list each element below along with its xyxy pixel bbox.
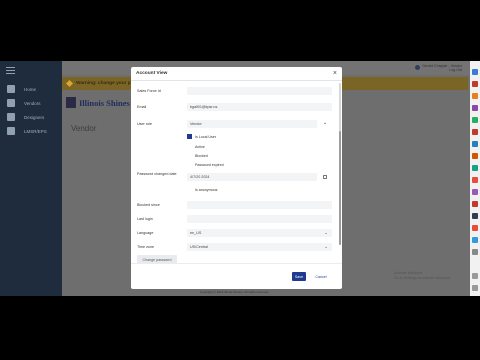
language-select[interactable]: en_US ⌄ [187, 229, 332, 237]
sidebar-item-lmsr[interactable]: LMSR/EPS [0, 125, 62, 137]
extension-icon[interactable] [472, 237, 478, 243]
sidebar-item-label: Designers [24, 114, 45, 120]
lmsr-icon [7, 127, 15, 135]
time-zone-select[interactable]: US/Central ⌄ [187, 243, 332, 251]
is-local-user-checkbox[interactable] [187, 134, 192, 139]
activation-notice: Activate Windows Go to Settings to activ… [394, 271, 454, 289]
extension-icon[interactable] [472, 225, 478, 231]
logo-icon [66, 97, 76, 108]
sales-force-id-label: Sales Force Id [137, 89, 161, 93]
time-zone-value: US/Central [190, 245, 209, 249]
brand-logo: Illinois Shines [66, 97, 130, 108]
extension-icon[interactable] [472, 93, 478, 99]
page-footer: Copyright © 2024 Illinois Shines. All ri… [200, 290, 269, 294]
calendar-icon[interactable] [323, 175, 327, 179]
blocked-checkbox[interactable] [187, 153, 192, 158]
sidebar-item-label: LMSR/EPS [24, 128, 47, 134]
extension-icon[interactable] [472, 177, 478, 183]
close-icon[interactable]: × [333, 70, 337, 77]
is-local-user-option[interactable]: Is Local User [187, 134, 216, 139]
extension-icon[interactable] [472, 189, 478, 195]
last-login-label: Last login [137, 217, 153, 221]
password-expired-checkbox[interactable] [187, 162, 192, 167]
sidebar-item-label: Vendors [24, 100, 41, 106]
active-checkbox[interactable] [187, 144, 192, 149]
password-expired-option[interactable]: Password expired [187, 162, 224, 167]
right-toolbar [470, 61, 480, 296]
activation-text: Go to Settings to activate Windows. [394, 276, 451, 280]
extension-icon[interactable] [472, 105, 478, 111]
blocked-since-label: Blocked since [137, 203, 160, 207]
is-anonymous-option[interactable]: Is anonymous [187, 187, 217, 192]
home-icon [7, 85, 15, 93]
user-menu[interactable]: Gerald Chapple - Vendor Log Out [422, 64, 462, 72]
modal-header: Account View × [131, 67, 342, 81]
sidebar: Home Vendors Designers LMSR/EPS [0, 61, 62, 296]
extension-icon[interactable] [472, 153, 478, 159]
is-anonymous-checkbox[interactable] [187, 187, 192, 192]
extension-icon[interactable] [472, 213, 478, 219]
page-title: Vendor [71, 124, 97, 133]
hamburger-menu-icon[interactable] [6, 67, 15, 74]
password-changed-date-value: 4/7/20 2024 [190, 175, 210, 179]
blocked-label: Blocked [195, 153, 208, 158]
is-local-user-label: Is Local User [195, 134, 216, 139]
user-icon[interactable] [415, 65, 420, 70]
blocked-option[interactable]: Blocked [187, 153, 208, 158]
designers-icon [7, 113, 15, 121]
password-expired-label: Password expired [195, 162, 224, 167]
extension-icon[interactable] [472, 129, 478, 135]
account-view-modal: Account View × Sales Force Id Email bgal… [131, 67, 342, 289]
video-frame: Home Vendors Designers LMSR/EPS Gerald C… [0, 0, 480, 360]
email-label: Email [137, 105, 147, 109]
settings-icon[interactable] [472, 273, 478, 279]
modal-title: Account View [136, 71, 168, 76]
save-button[interactable]: Save [292, 272, 306, 281]
blocked-since-field[interactable] [187, 201, 332, 209]
extension-icon[interactable] [472, 249, 478, 255]
extension-icon[interactable] [472, 201, 478, 207]
extension-icon[interactable] [472, 165, 478, 171]
is-anonymous-label: Is anonymous [195, 187, 218, 192]
modal-body: Sales Force Id Email bgall01@kpsr.us Use… [131, 81, 342, 263]
vendors-icon [7, 99, 15, 107]
extension-icon[interactable] [472, 117, 478, 123]
email-field[interactable]: bgall01@kpsr.us [187, 103, 332, 111]
sidebar-item-home[interactable]: Home [0, 83, 62, 95]
sidebar-item-designers[interactable]: Designers [0, 111, 62, 123]
time-zone-label: Time zone [137, 245, 155, 249]
last-login-field[interactable] [187, 215, 332, 223]
language-label: Language [137, 231, 154, 235]
expand-icon[interactable] [472, 285, 478, 291]
sidebar-item-vendors[interactable]: Vendors [0, 97, 62, 109]
user-role-select[interactable]: Vendor [187, 120, 317, 128]
cancel-button[interactable]: Cancel [313, 272, 329, 281]
scrollbar-thumb[interactable] [339, 131, 341, 245]
active-label: Active [195, 144, 205, 149]
extension-icon[interactable] [472, 81, 478, 87]
logout-link[interactable]: Log Out [422, 68, 462, 72]
chevron-down-icon: ⌄ [324, 230, 328, 235]
change-password-button[interactable]: Change password [137, 255, 177, 263]
user-role-value: Vendor [190, 122, 202, 126]
extension-icon[interactable] [472, 69, 478, 75]
language-value: en_US [190, 231, 202, 235]
sales-force-id-field[interactable] [187, 87, 332, 95]
modal-scrollbar[interactable] [339, 83, 341, 245]
chevron-down-icon: ⌄ [324, 244, 328, 249]
warning-icon [65, 79, 74, 88]
user-role-label: User role [137, 122, 152, 126]
sidebar-item-label: Home [24, 86, 37, 92]
password-changed-date-field[interactable]: 4/7/20 2024 [187, 173, 317, 181]
modal-footer: Save Cancel [131, 263, 342, 289]
extension-icon[interactable] [472, 141, 478, 147]
active-option[interactable]: Active [187, 144, 205, 149]
chevron-down-icon[interactable]: ⌄ [323, 120, 327, 126]
app-screen: Home Vendors Designers LMSR/EPS Gerald C… [0, 61, 480, 296]
logo-text: Illinois Shines [79, 97, 130, 108]
password-changed-date-label: Password changed date [137, 172, 177, 176]
email-value: bgall01@kpsr.us [190, 105, 218, 109]
